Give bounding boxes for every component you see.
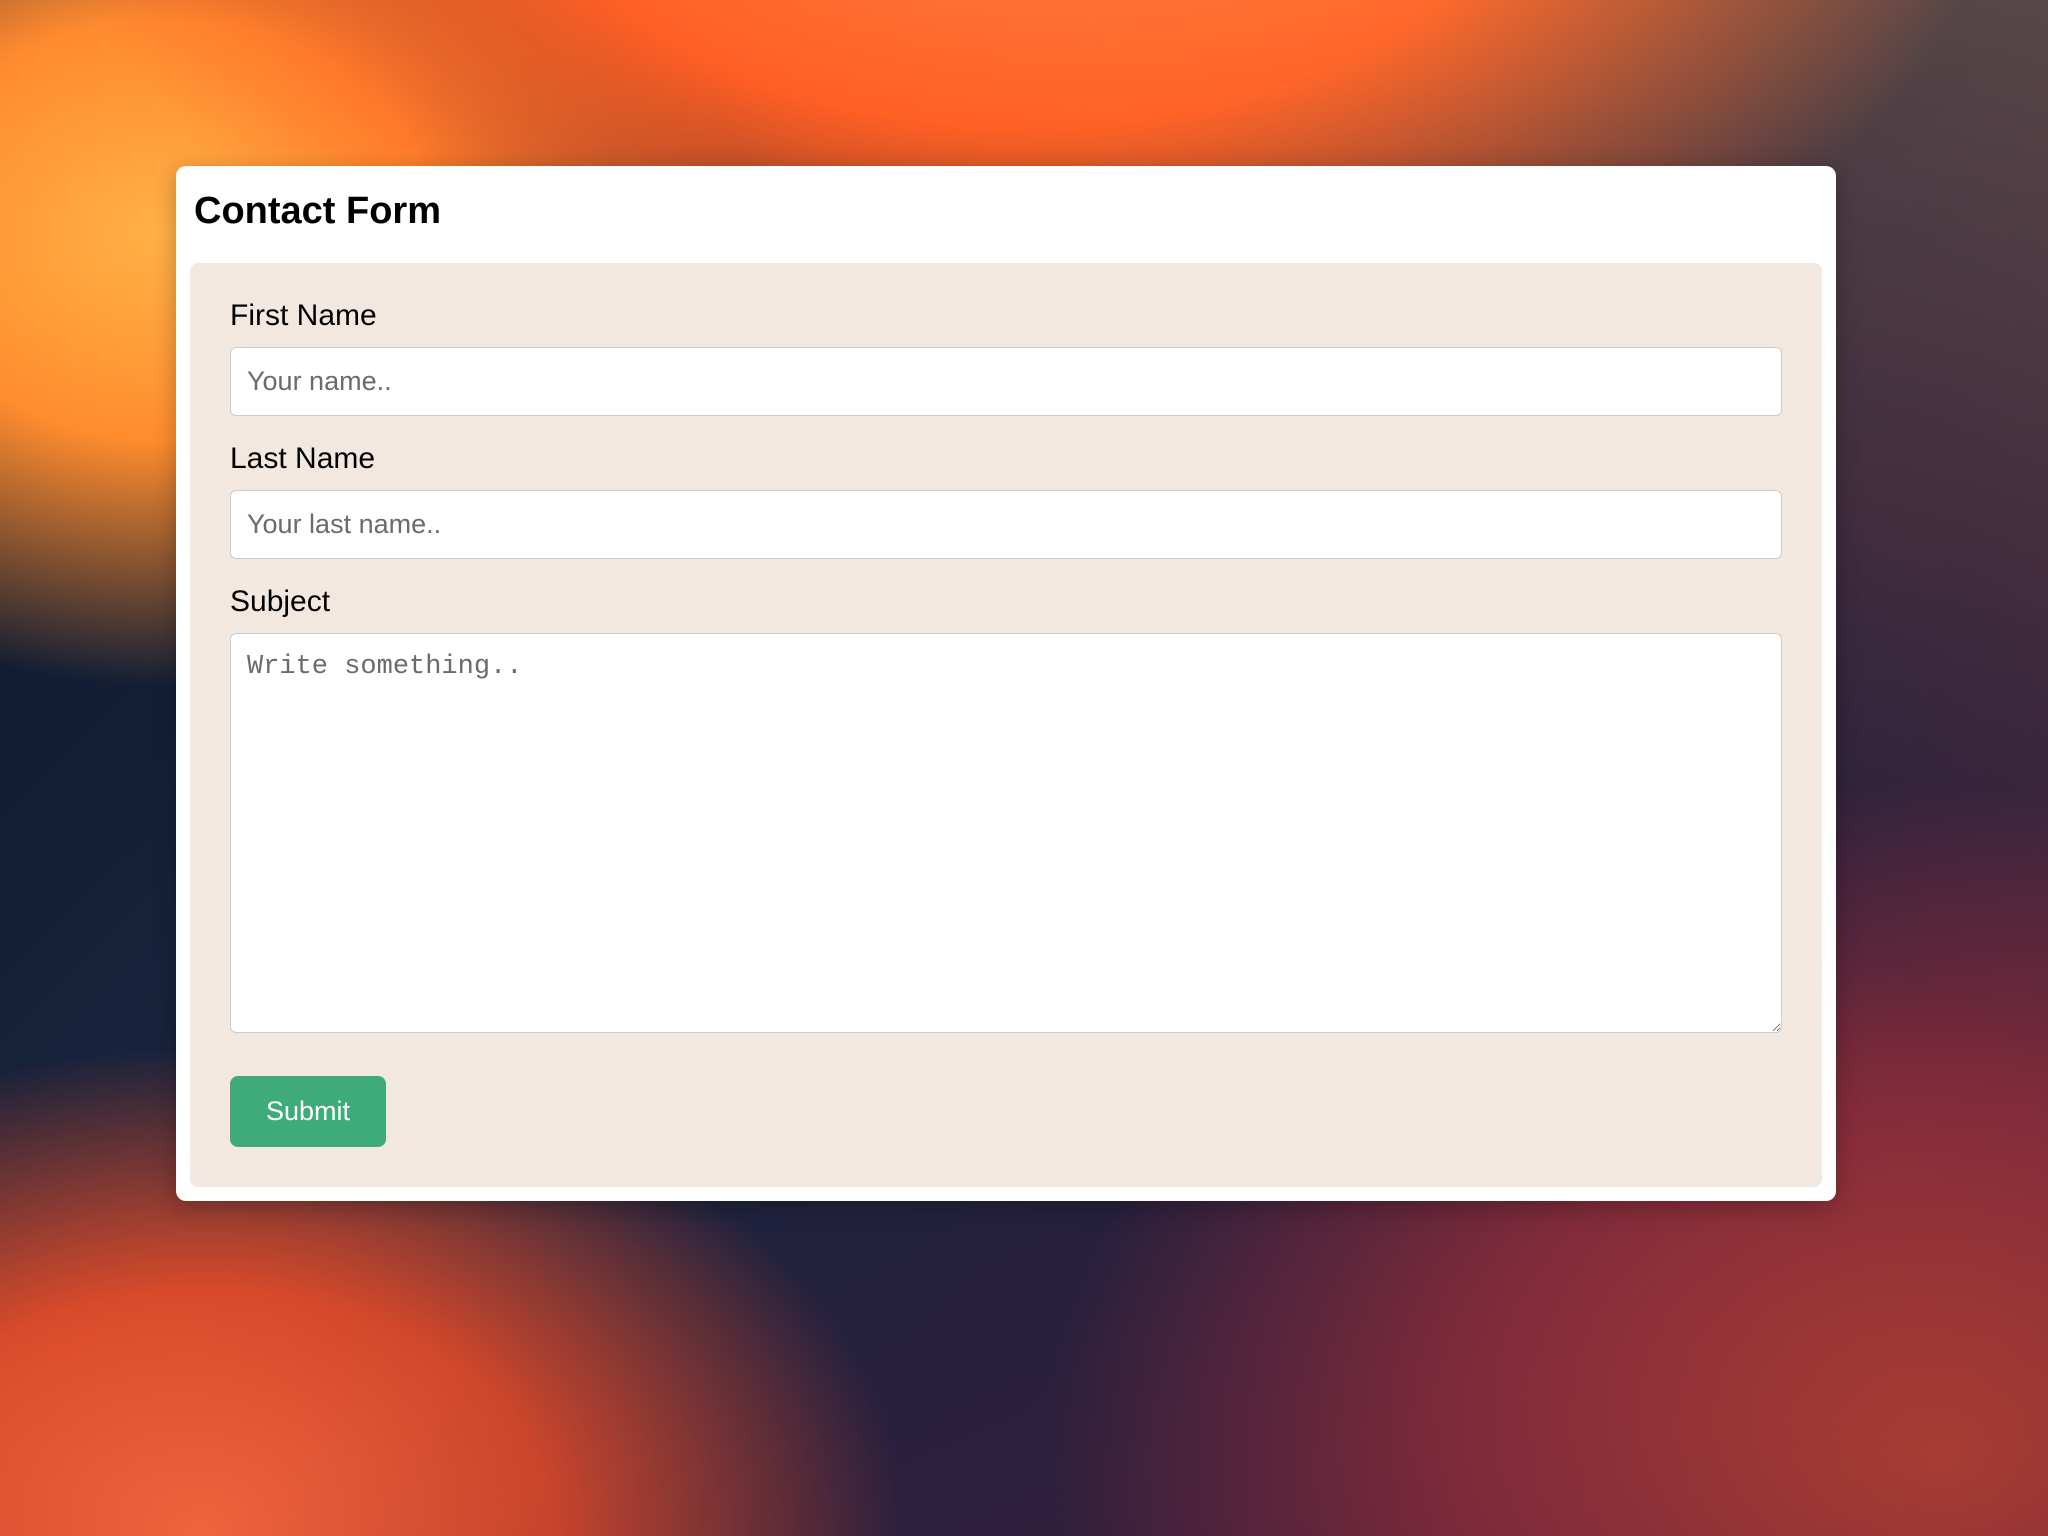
last-name-input[interactable] bbox=[230, 490, 1782, 559]
first-name-group: First Name bbox=[230, 299, 1782, 416]
subject-textarea[interactable] bbox=[230, 633, 1782, 1033]
contact-form-window: Contact Form First Name Last Name Subjec… bbox=[176, 166, 1836, 1201]
first-name-input[interactable] bbox=[230, 347, 1782, 416]
form-panel: First Name Last Name Subject Submit bbox=[190, 263, 1822, 1187]
last-name-label: Last Name bbox=[230, 442, 1782, 476]
subject-label: Subject bbox=[230, 585, 1782, 619]
submit-button[interactable]: Submit bbox=[230, 1076, 386, 1147]
first-name-label: First Name bbox=[230, 299, 1782, 333]
page-title: Contact Form bbox=[194, 190, 1822, 233]
last-name-group: Last Name bbox=[230, 442, 1782, 559]
subject-group: Subject bbox=[230, 585, 1782, 1038]
